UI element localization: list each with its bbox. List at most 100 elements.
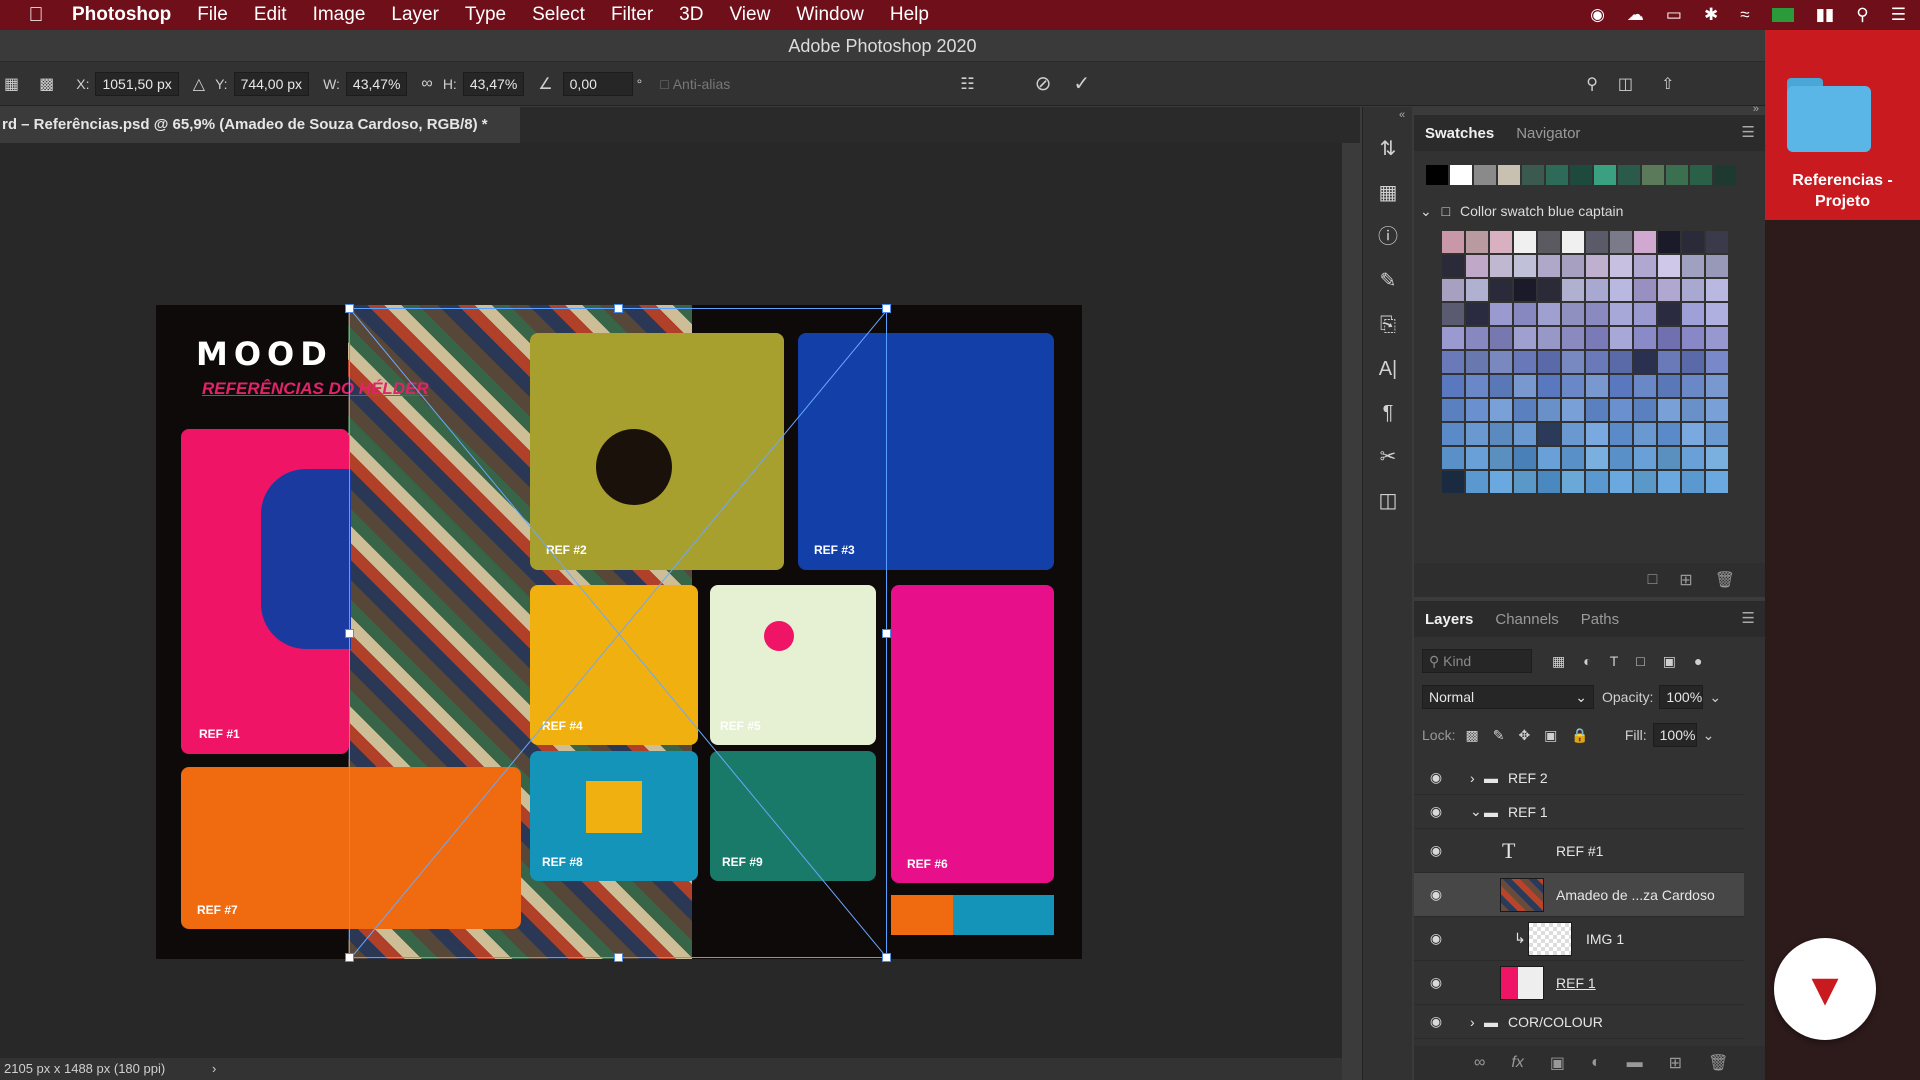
- transform-handle-mr[interactable]: [882, 629, 891, 638]
- color-swatch[interactable]: [1682, 279, 1704, 301]
- color-swatch[interactable]: [1490, 447, 1512, 469]
- tab-channels[interactable]: Channels: [1484, 611, 1569, 628]
- color-swatch[interactable]: [1498, 165, 1520, 185]
- color-swatch[interactable]: [1466, 351, 1488, 373]
- visibility-eye-icon[interactable]: ◉: [1428, 769, 1444, 786]
- add-mask-icon[interactable]: ▣: [1550, 1053, 1565, 1073]
- color-swatch[interactable]: [1538, 447, 1560, 469]
- color-swatch[interactable]: [1706, 447, 1728, 469]
- battery-icon[interactable]: ▮▮: [1816, 5, 1835, 25]
- color-swatch[interactable]: [1666, 165, 1688, 185]
- color-swatch[interactable]: [1690, 165, 1712, 185]
- layer-row[interactable]: ◉ ↳ IMG 1: [1414, 917, 1744, 961]
- color-swatch[interactable]: [1586, 231, 1608, 253]
- new-layer-icon[interactable]: ⊞: [1669, 1053, 1682, 1073]
- glyphs-icon[interactable]: ◫: [1363, 479, 1413, 523]
- folder-label[interactable]: Referencias - Projeto: [1765, 170, 1920, 212]
- color-swatch[interactable]: [1634, 279, 1656, 301]
- color-swatch[interactable]: [1586, 255, 1608, 277]
- color-swatch[interactable]: [1682, 303, 1704, 325]
- link-layers-icon[interactable]: ∞: [1474, 1054, 1485, 1072]
- color-swatch[interactable]: [1490, 351, 1512, 373]
- y-field[interactable]: 744,00 px: [233, 71, 310, 96]
- color-swatch[interactable]: [1706, 423, 1728, 445]
- color-swatch[interactable]: [1634, 255, 1656, 277]
- color-swatch[interactable]: [1522, 165, 1544, 185]
- color-swatch[interactable]: [1586, 399, 1608, 421]
- ref-1-block[interactable]: REF #1: [181, 429, 351, 754]
- color-swatch[interactable]: [1514, 375, 1536, 397]
- color-swatch[interactable]: [1466, 447, 1488, 469]
- info-icon[interactable]: ⓘ: [1363, 215, 1413, 259]
- color-swatch[interactable]: [1610, 255, 1632, 277]
- color-swatch[interactable]: [1682, 447, 1704, 469]
- visibility-eye-icon[interactable]: ◉: [1428, 930, 1444, 947]
- color-swatch[interactable]: [1514, 351, 1536, 373]
- layer-row[interactable]: ◉ › ▬ COR/COLOUR: [1414, 1005, 1744, 1039]
- color-swatch[interactable]: [1538, 351, 1560, 373]
- color-swatch[interactable]: [1610, 303, 1632, 325]
- lock-position-icon[interactable]: ✥: [1518, 727, 1530, 744]
- layer-row[interactable]: ◉ › ▬ REF 2: [1414, 761, 1744, 795]
- color-swatch[interactable]: [1706, 231, 1728, 253]
- airplay-icon[interactable]: ▭: [1666, 5, 1682, 25]
- color-swatch[interactable]: [1586, 351, 1608, 373]
- color-swatch[interactable]: [1514, 471, 1536, 493]
- color-swatch[interactable]: [1658, 327, 1680, 349]
- color-swatch[interactable]: [1514, 423, 1536, 445]
- color-swatch[interactable]: [1610, 471, 1632, 493]
- delta-icon[interactable]: △: [193, 74, 205, 94]
- collapse-left-icon[interactable]: «: [1399, 109, 1405, 121]
- color-swatch[interactable]: [1538, 471, 1560, 493]
- fill-dropdown-icon[interactable]: ⌄: [1703, 727, 1715, 744]
- opacity-dropdown-icon[interactable]: ⌄: [1709, 689, 1721, 706]
- chevron-right-icon[interactable]: ›: [1470, 770, 1475, 786]
- color-swatch[interactable]: [1442, 303, 1464, 325]
- color-swatch[interactable]: [1490, 303, 1512, 325]
- color-swatch[interactable]: [1514, 327, 1536, 349]
- color-swatch[interactable]: [1562, 423, 1584, 445]
- transform-handle-ml[interactable]: [345, 629, 354, 638]
- history-icon[interactable]: ⇅: [1363, 127, 1413, 171]
- color-swatch[interactable]: [1514, 447, 1536, 469]
- color-swatch[interactable]: [1658, 423, 1680, 445]
- color-swatch[interactable]: [1570, 165, 1592, 185]
- color-swatch[interactable]: [1658, 279, 1680, 301]
- color-swatch[interactable]: [1586, 447, 1608, 469]
- color-swatch[interactable]: [1634, 399, 1656, 421]
- color-swatch[interactable]: [1442, 447, 1464, 469]
- color-swatch[interactable]: [1562, 279, 1584, 301]
- color-swatch[interactable]: [1658, 375, 1680, 397]
- tool-presets-icon[interactable]: ✂: [1363, 435, 1413, 479]
- color-swatch[interactable]: [1466, 471, 1488, 493]
- color-swatch[interactable]: [1682, 399, 1704, 421]
- color-swatch[interactable]: [1442, 351, 1464, 373]
- menu-app-name[interactable]: Photoshop: [72, 4, 171, 26]
- color-swatch[interactable]: [1682, 231, 1704, 253]
- control-center-icon[interactable]: ☰: [1891, 5, 1906, 25]
- menu-view[interactable]: View: [729, 4, 770, 26]
- color-swatch[interactable]: [1514, 255, 1536, 277]
- visibility-eye-icon[interactable]: ◉: [1428, 886, 1444, 903]
- color-swatch[interactable]: [1634, 231, 1656, 253]
- transform-handle-bm[interactable]: [614, 953, 623, 962]
- swatch-group-header[interactable]: ⌄ □ Collor swatch blue captain: [1420, 203, 1623, 220]
- color-swatch[interactable]: [1442, 399, 1464, 421]
- color-swatch[interactable]: [1658, 471, 1680, 493]
- lock-transparent-icon[interactable]: ▩: [1465, 727, 1478, 744]
- layers-menu-icon[interactable]: ☰: [1742, 609, 1755, 627]
- collapse-right-icon[interactable]: »: [1753, 103, 1759, 115]
- color-swatch[interactable]: [1610, 351, 1632, 373]
- color-swatch[interactable]: [1594, 165, 1616, 185]
- transform-handle-br[interactable]: [882, 953, 891, 962]
- menu-type[interactable]: Type: [465, 4, 506, 26]
- reference-grid-icon[interactable]: ▩: [39, 74, 54, 94]
- color-swatch[interactable]: [1706, 399, 1728, 421]
- color-swatch[interactable]: [1682, 351, 1704, 373]
- opacity-field[interactable]: 100%: [1659, 685, 1704, 709]
- ref-6-block[interactable]: REF #6: [891, 585, 1054, 883]
- layer-row[interactable]: ◉ ⌄ ▬ REF 1: [1414, 795, 1744, 829]
- color-swatch[interactable]: [1546, 165, 1568, 185]
- share-icon[interactable]: ⇧: [1661, 74, 1674, 94]
- color-swatch[interactable]: [1426, 165, 1448, 185]
